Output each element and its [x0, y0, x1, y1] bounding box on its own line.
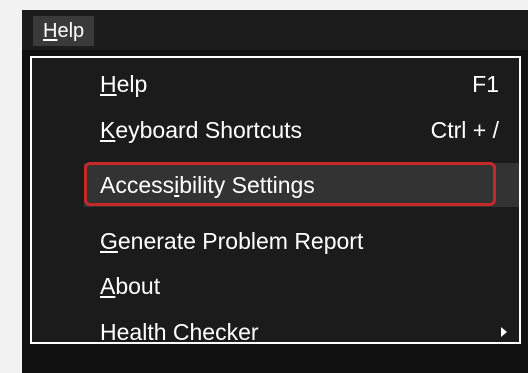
menu-item-label: Health Checker [100, 319, 259, 345]
menu-item-accessibility-settings[interactable]: Accessibility Settings [84, 163, 519, 207]
screen: Help Help F1 Keyboard Shortcuts Ctrl + /… [0, 0, 528, 373]
menu-item-label: Accessibility Settings [100, 172, 315, 198]
help-menu: Help F1 Keyboard Shortcuts Ctrl + / Acce… [30, 56, 521, 345]
submenu-arrow-icon [501, 327, 507, 337]
menubar-help-mnemonic: H [43, 20, 58, 42]
menu-item-health-checker[interactable]: Health Checker [84, 310, 519, 354]
menu-item-label: About [100, 273, 161, 299]
menubar-help-rest: elp [57, 20, 85, 42]
menu-item-label: Generate Problem Report [100, 228, 364, 254]
menu-item-shortcut: Ctrl + / [430, 117, 499, 143]
menu-item-shortcut: F1 [472, 71, 499, 97]
menu-item-keyboard-shortcuts[interactable]: Keyboard Shortcuts Ctrl + / [84, 108, 519, 152]
menu-bar [22, 10, 528, 50]
menu-item-about[interactable]: About [84, 264, 519, 308]
menu-icon-gutter [32, 58, 84, 342]
menu-item-label: Help [100, 71, 148, 97]
menu-item-generate-problem-report[interactable]: Generate Problem Report [84, 219, 519, 263]
menubar-help[interactable]: Help [33, 16, 95, 46]
menu-item-help[interactable]: Help F1 [84, 62, 519, 106]
menu-item-label: Keyboard Shortcuts [100, 117, 303, 143]
